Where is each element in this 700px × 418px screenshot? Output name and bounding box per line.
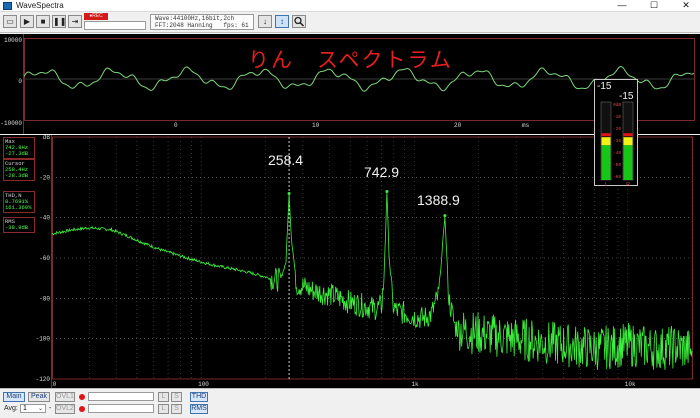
wave-xtick: 0 — [174, 122, 178, 129]
ovl1-field[interactable] — [88, 392, 154, 401]
maximize-button[interactable]: ☐ — [640, 0, 668, 11]
spectrum-xtick: 10k — [625, 381, 636, 388]
peak-label: 1388.9 — [417, 192, 460, 208]
meter-scale-label: -60 — [613, 174, 621, 180]
wave-xunit: ms — [522, 122, 530, 129]
magnifier-icon[interactable] — [292, 15, 306, 28]
ovl2-field[interactable] — [88, 404, 154, 413]
wave-ytick: -10000 — [0, 120, 22, 127]
main-button[interactable]: Main — [3, 392, 25, 402]
chevron-down-icon: ⌄ — [37, 406, 43, 412]
meter-channel-label: L — [605, 182, 608, 187]
format-display: Wave:44100Hz,16bit,2ch FFT:2048 Hanning … — [150, 14, 254, 30]
peak-button[interactable]: Peak — [28, 392, 50, 402]
app-window: WaveSpectra — ☐ ✕ ▭ ▶ ■ ❚❚ ⇥ ●REC Wave:4… — [0, 0, 700, 418]
avg-select[interactable]: 1 ⌄ — [20, 404, 46, 413]
spectrum-ytick: -60 — [39, 255, 50, 262]
minimize-button[interactable]: — — [608, 0, 636, 11]
ovl1-load-button[interactable]: L — [158, 392, 169, 402]
spectrum-ytick: -40 — [39, 215, 50, 222]
title-bar: WaveSpectra — ☐ ✕ — [0, 0, 700, 12]
wave-xtick: 20 — [454, 122, 462, 129]
spectrum-xtick: 1k — [411, 381, 419, 388]
peak-point — [287, 191, 291, 195]
scroll-button[interactable]: ↓ — [258, 15, 272, 28]
ovl2-load-button[interactable]: L — [158, 404, 169, 414]
skip-button[interactable]: ⇥ — [68, 15, 82, 28]
spectrum-trace — [51, 191, 693, 370]
overlay-title: りん スペクトラム — [248, 49, 453, 72]
position-display — [84, 21, 146, 30]
ovl2-save-button[interactable]: S — [171, 404, 182, 414]
meter-scale-label: 0dB — [613, 102, 621, 108]
avg-value: 1 — [23, 405, 27, 412]
wave-ytick: 10000 — [3, 37, 22, 44]
avg-label: Avg: — [4, 405, 18, 412]
wave-info: Wave:44100Hz,16bit,2ch — [155, 15, 235, 22]
fft-info: FFT:2048 Hanning fps: 61 — [155, 22, 249, 29]
spectrum-ytick: -100 — [36, 336, 51, 343]
spectrum-sidebar: Max 742.9Hz -27.3dB Cursor 258.4Hz -28.3… — [0, 135, 52, 388]
window-title: WaveSpectra — [16, 1, 64, 10]
avg-dash: - — [49, 405, 52, 412]
meter-level-red — [601, 133, 611, 137]
meter-level-green — [601, 145, 611, 180]
open-button[interactable]: ▭ — [3, 15, 17, 28]
spectrum-xtick: 20 — [52, 381, 57, 388]
wave-xtick: 10 — [312, 122, 320, 129]
meter-level-red — [623, 133, 633, 137]
peak-label: 742.9 — [364, 164, 400, 180]
spectrum-ytick: -20 — [39, 174, 50, 181]
wave-ytick: 0 — [18, 78, 22, 85]
meter-scale-label: -20 — [613, 126, 621, 132]
stop-button[interactable]: ■ — [36, 15, 50, 28]
meter-level-yellow — [623, 137, 633, 146]
ovl1-save-button[interactable]: S — [171, 392, 182, 402]
pause-button[interactable]: ❚❚ — [52, 15, 66, 28]
meter-scale-label: -10 — [613, 114, 621, 120]
spectrum-ytick: -80 — [39, 295, 50, 302]
bottom-controls: Main Peak OVL1 L S THD Avg: 1 ⌄ - OVL2 L… — [0, 388, 700, 418]
waveform-axis: 10000 0 -10000 — [0, 34, 24, 134]
level-meter: 0dB -10 -20 -30 -40 -50 -60 L R -15 -15 — [594, 79, 638, 188]
meter-scale-label: -40 — [613, 150, 621, 156]
spectrum-yaxis: dB -20 -40 -60 -80 -100 -120 — [36, 135, 51, 383]
ovl1-button[interactable]: OVL1 — [55, 392, 75, 402]
record-indicator[interactable]: ●REC — [84, 13, 108, 20]
rms-button[interactable]: RMS — [190, 404, 208, 414]
spectrum-ytick: -120 — [36, 376, 51, 383]
ovl2-color[interactable] — [79, 406, 85, 412]
meter-scale-label: -50 — [613, 162, 621, 168]
toolbar: ▭ ▶ ■ ❚❚ ⇥ ●REC Wave:44100Hz,16bit,2ch F… — [0, 12, 700, 33]
spectrum-ytick: dB — [43, 135, 51, 141]
peak-point — [385, 189, 389, 193]
peak-point — [443, 214, 447, 218]
ovl1-color[interactable] — [79, 394, 85, 400]
close-button[interactable]: ✕ — [672, 0, 700, 11]
peak-label: 258.4 — [268, 152, 304, 168]
thd-button[interactable]: THD — [190, 392, 208, 402]
meter-scale-label: -30 — [613, 138, 621, 144]
window-button[interactable]: ↕ — [275, 15, 289, 28]
meter-level-yellow — [601, 137, 611, 146]
ovl2-button[interactable]: OVL2 — [55, 404, 75, 414]
play-button[interactable]: ▶ — [20, 15, 34, 28]
spectrum-xtick: 100 — [198, 381, 209, 388]
meter-peak-left: -15 — [597, 81, 612, 92]
app-icon — [3, 2, 12, 10]
meter-level-green — [623, 145, 633, 180]
meter-channel-label: R — [626, 182, 630, 187]
meter-peak-right: -15 — [619, 91, 634, 102]
